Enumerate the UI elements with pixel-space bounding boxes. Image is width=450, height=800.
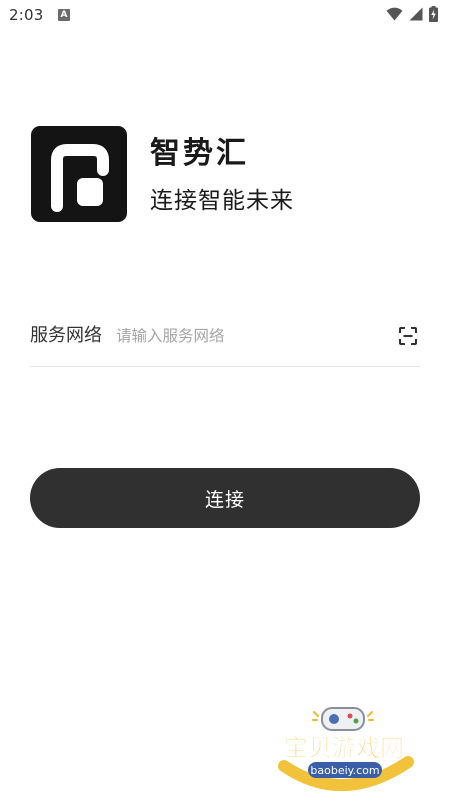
notification-a-icon: A — [58, 9, 70, 21]
connect-button[interactable]: 连接 — [30, 468, 420, 528]
brand-name: 智势汇 — [150, 136, 249, 171]
status-icons — [386, 6, 438, 22]
server-network-input[interactable] — [116, 321, 376, 351]
watermark-title: 宝贝游戏网 — [284, 734, 404, 762]
scan-icon[interactable] — [396, 324, 420, 348]
server-network-label: 服务网络 — [30, 325, 102, 346]
status-time: 2:03 — [9, 6, 44, 24]
wifi-icon — [386, 7, 403, 21]
battery-charging-icon — [429, 6, 438, 22]
server-network-field: 服务网络 — [30, 318, 420, 367]
watermark-url: baobeiy.com — [310, 764, 379, 777]
watermark-logo: 宝贝游戏网 baobeiy.com — [272, 702, 422, 798]
status-bar: 2:03 A — [0, 0, 450, 32]
signal-icon — [409, 7, 423, 21]
brand-slogan: 连接智能未来 — [150, 188, 294, 214]
app-logo-icon — [31, 126, 127, 222]
